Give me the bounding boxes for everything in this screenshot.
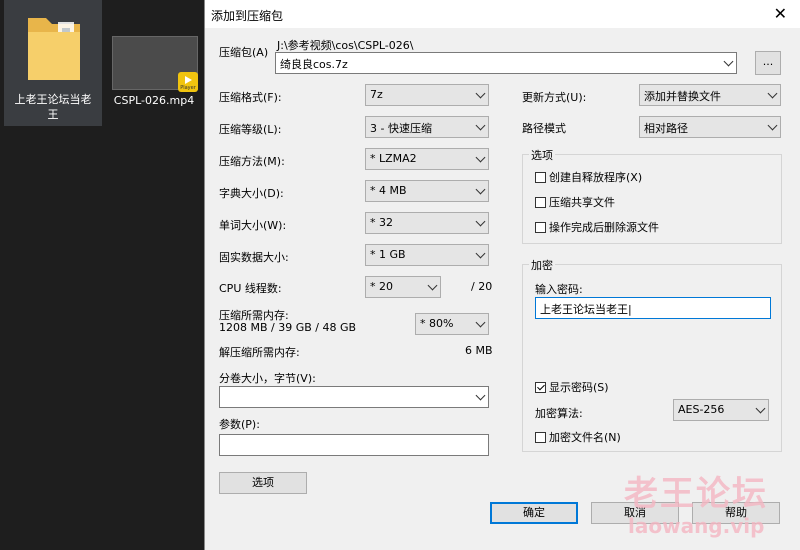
pathmode-value: 相对路径	[644, 122, 688, 135]
chevron-down-icon	[475, 88, 486, 99]
ok-button[interactable]: 确定	[490, 502, 578, 524]
chevron-down-icon	[475, 248, 486, 259]
update-value: 添加并替换文件	[644, 90, 721, 103]
decomp-value: 6 MB	[465, 344, 493, 357]
checkbox-box	[535, 172, 546, 183]
archive-name-value: 绮良良cos.7z	[280, 58, 348, 71]
shared-checkbox[interactable]: 压缩共享文件	[535, 194, 615, 210]
word-value: * 32	[370, 216, 393, 229]
chevron-down-icon	[475, 120, 486, 131]
solid-select[interactable]: * 1 GB	[365, 244, 489, 266]
solid-label: 固实数据大小:	[219, 251, 289, 264]
player-badge: Player	[178, 72, 198, 92]
title-bar: 添加到压缩包 ✕	[205, 0, 800, 28]
close-icon[interactable]: ✕	[774, 4, 787, 23]
chevron-down-icon	[475, 317, 486, 328]
checkbox-box	[535, 197, 546, 208]
options-group: 选项 创建自释放程序(X) 压缩共享文件 操作完成后删除源文件	[522, 147, 782, 244]
level-value: 3 - 快速压缩	[370, 122, 432, 135]
threads-value: * 20	[370, 280, 393, 293]
checkbox-box	[535, 382, 546, 393]
update-label: 更新方式(U):	[522, 91, 587, 104]
watermark-cn: 老王论坛	[624, 474, 768, 514]
shared-label: 压缩共享文件	[549, 196, 615, 209]
archive-label: 压缩包(A)	[219, 46, 269, 59]
params-input[interactable]	[219, 434, 489, 456]
algo-label: 加密算法:	[535, 407, 583, 420]
mem-select[interactable]: * 80%	[415, 313, 489, 335]
volume-combobox[interactable]	[219, 386, 489, 408]
chevron-down-icon	[475, 216, 486, 227]
archive-name-combobox[interactable]: 绮良良cos.7z	[275, 52, 737, 74]
encrypt-names-label: 加密文件名(N)	[549, 431, 621, 444]
volume-label: 分卷大小，字节(V):	[219, 372, 316, 385]
method-select[interactable]: * LZMA2	[365, 148, 489, 170]
checkbox-box	[535, 222, 546, 233]
encryption-group: 加密 输入密码: 上老王论坛当老王| 显示密码(S) 加密算法: AES-256…	[522, 257, 782, 452]
watermark-en: laowang.vip	[628, 514, 765, 538]
threads-label: CPU 线程数:	[219, 282, 282, 295]
update-select[interactable]: 添加并替换文件	[639, 84, 781, 106]
show-password-label: 显示密码(S)	[549, 381, 609, 394]
chevron-down-icon	[475, 152, 486, 163]
chevron-down-icon	[767, 88, 778, 99]
video-label: CSPL-026.mp4	[113, 94, 195, 107]
play-icon	[185, 76, 192, 84]
folder-label: 上老王论坛当老王	[14, 93, 92, 121]
algo-value: AES-256	[678, 403, 725, 416]
text-cursor: |	[628, 303, 632, 316]
show-password-checkbox[interactable]: 显示密码(S)	[535, 379, 609, 395]
sfx-checkbox[interactable]: 创建自释放程序(X)	[535, 169, 642, 185]
chevron-down-icon	[767, 120, 778, 131]
dict-label: 字典大小(D):	[219, 187, 284, 200]
password-label: 输入密码:	[535, 283, 583, 296]
word-label: 单词大小(W):	[219, 219, 287, 232]
password-value: 上老王论坛当老王	[540, 303, 628, 316]
encrypt-names-checkbox[interactable]: 加密文件名(N)	[535, 429, 621, 445]
decomp-label: 解压缩所需内存:	[219, 346, 300, 359]
desktop-video-file[interactable]: Player CSPL-026.mp4	[108, 0, 200, 126]
sfx-label: 创建自释放程序(X)	[549, 171, 643, 184]
encryption-group-title: 加密	[529, 257, 555, 273]
level-select[interactable]: 3 - 快速压缩	[365, 116, 489, 138]
folder-icon	[28, 18, 80, 80]
word-select[interactable]: * 32	[365, 212, 489, 234]
mem-value: * 80%	[420, 317, 454, 330]
chevron-down-icon[interactable]	[723, 56, 734, 67]
chevron-down-icon	[427, 280, 438, 291]
options-group-title: 选项	[529, 147, 555, 163]
method-label: 压缩方法(M):	[219, 155, 285, 168]
threads-max: / 20	[471, 280, 493, 293]
checkbox-box	[535, 432, 546, 443]
chevron-down-icon[interactable]	[475, 390, 486, 401]
chevron-down-icon	[475, 184, 486, 195]
player-badge-label: Player	[180, 85, 196, 91]
delete-checkbox[interactable]: 操作完成后删除源文件	[535, 219, 659, 235]
format-value: 7z	[370, 88, 383, 101]
pathmode-label: 路径模式	[522, 122, 566, 135]
level-label: 压缩等级(L):	[219, 123, 282, 136]
params-label: 参数(P):	[219, 418, 260, 431]
solid-value: * 1 GB	[370, 248, 406, 261]
mem-detail: 1208 MB / 39 GB / 48 GB	[219, 321, 357, 334]
desktop-folder[interactable]: 上老王论坛当老王	[4, 0, 102, 126]
delete-label: 操作完成后删除源文件	[549, 221, 659, 234]
browse-button[interactable]: ...	[755, 51, 781, 75]
password-input[interactable]: 上老王论坛当老王|	[535, 297, 771, 319]
dialog-title: 添加到压缩包	[211, 9, 284, 23]
algo-select[interactable]: AES-256	[673, 399, 769, 421]
method-value: * LZMA2	[370, 152, 417, 165]
dict-value: * 4 MB	[370, 184, 407, 197]
chevron-down-icon	[755, 403, 766, 414]
options-button[interactable]: 选项	[219, 472, 307, 494]
threads-select[interactable]: * 20	[365, 276, 441, 298]
archive-path: J:\参考视频\cos\CSPL-026\	[277, 39, 414, 52]
dict-select[interactable]: * 4 MB	[365, 180, 489, 202]
pathmode-select[interactable]: 相对路径	[639, 116, 781, 138]
format-label: 压缩格式(F):	[219, 91, 282, 104]
format-select[interactable]: 7z	[365, 84, 489, 106]
